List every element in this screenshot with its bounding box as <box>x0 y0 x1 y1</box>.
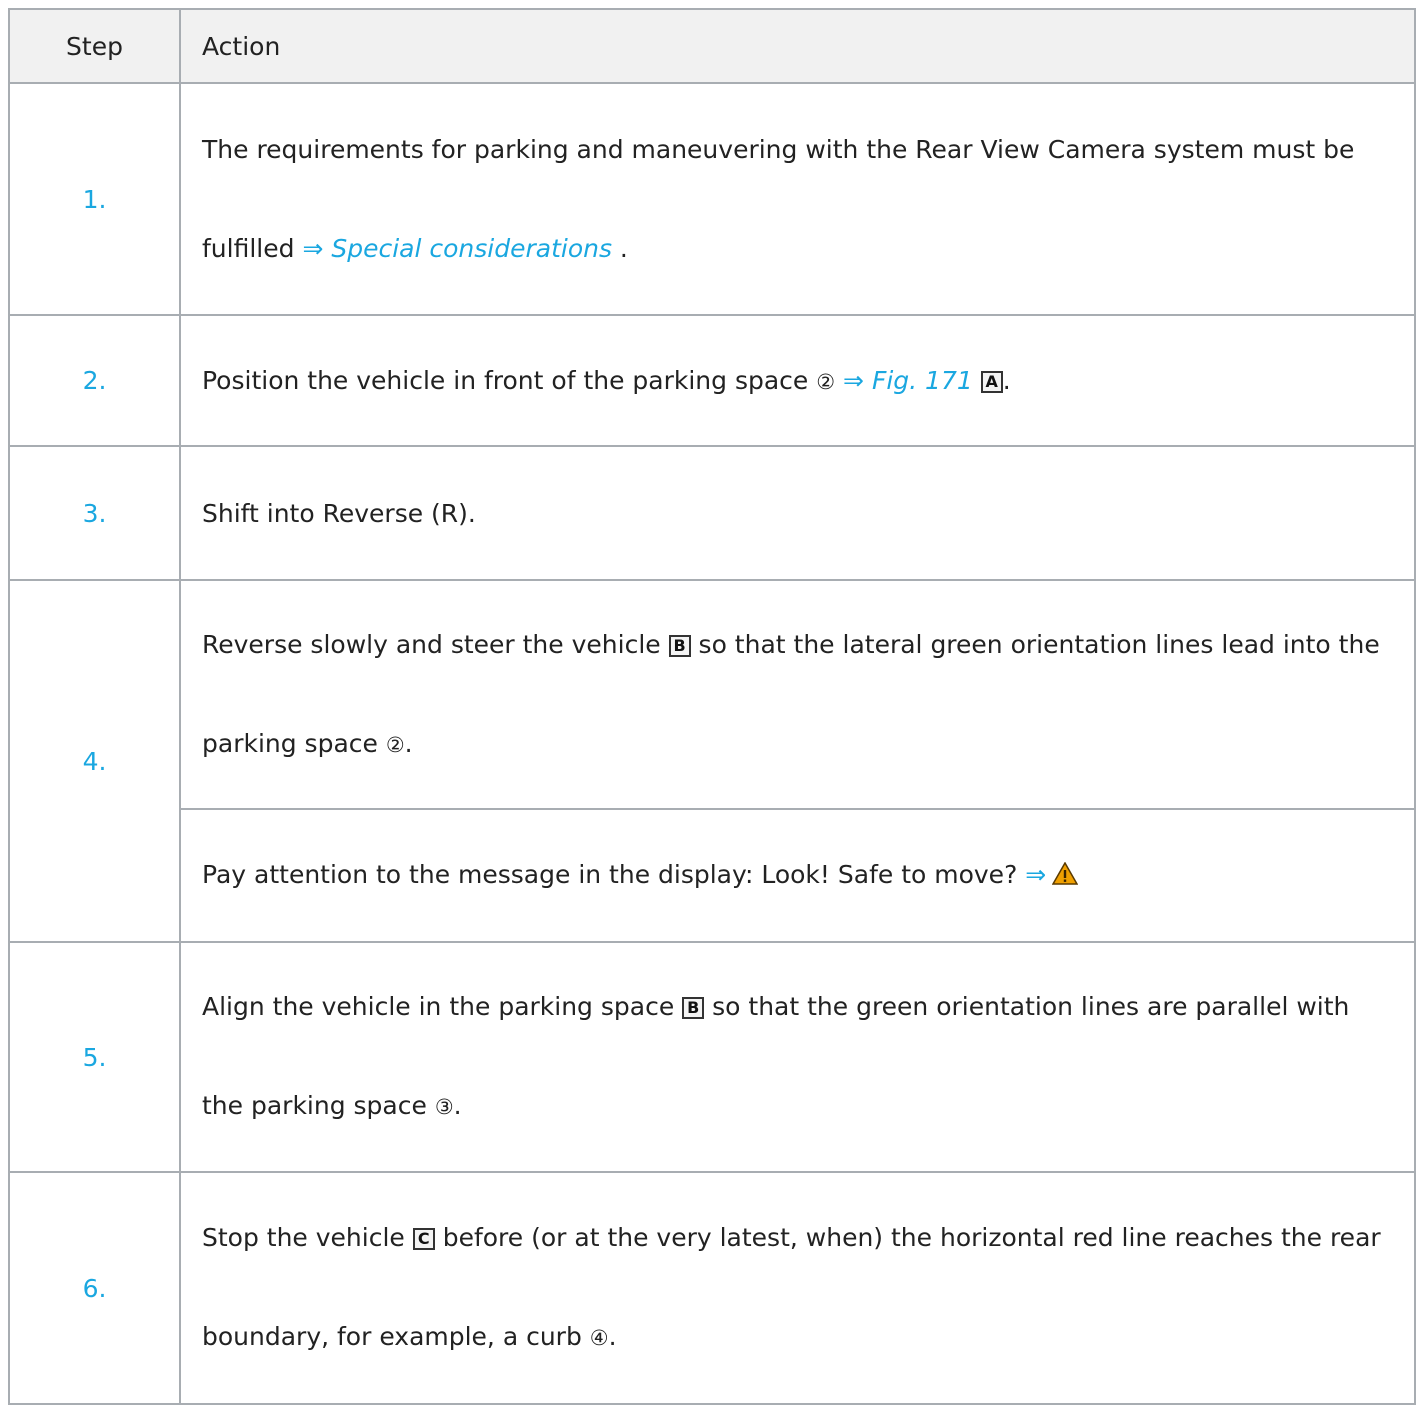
step-number: 3. <box>8 445 181 581</box>
step-action: Stop the vehicle C before (or at the ver… <box>179 1171 1416 1405</box>
table-row: 4. Reverse slowly and steer the vehicle … <box>8 579 1416 943</box>
step-action: Reverse slowly and steer the vehicle B s… <box>179 579 1416 810</box>
special-considerations-link[interactable]: Special considerations <box>331 234 612 263</box>
fig-171-link[interactable]: Fig. 171 <box>872 366 973 395</box>
action-text: Shift into Reverse (R). <box>202 498 476 528</box>
table-row: 3. Shift into Reverse (R). <box>8 445 1416 581</box>
callout-4-icon: ④ <box>589 1326 609 1350</box>
key-b-icon: B <box>668 634 691 657</box>
column-header-step: Step <box>8 8 181 84</box>
step-number: 6. <box>8 1171 181 1405</box>
warning-triangle-icon[interactable] <box>1051 861 1079 891</box>
key-b-icon: B <box>682 997 705 1019</box>
key-c-icon: C <box>412 1228 435 1250</box>
step-action: The requirements for parking and maneuve… <box>179 82 1416 316</box>
action-text-end: . <box>608 1322 617 1351</box>
column-header-action: Action <box>179 8 1416 84</box>
arrow-icon: ⇒ <box>1025 860 1047 889</box>
callout-2-icon: ② <box>385 732 405 757</box>
table-row: 2. Position the vehicle in front of the … <box>8 314 1416 447</box>
step-number: 1. <box>8 82 181 316</box>
callout-3-icon: ③ <box>434 1095 454 1119</box>
action-text-end: . <box>1002 366 1011 395</box>
action-text: Position the vehicle in front of the par… <box>202 366 817 395</box>
action-text: Align the vehicle in the parking space <box>202 992 683 1021</box>
action-text: Reverse slowly and steer the vehicle <box>202 629 669 659</box>
action-text-end: . <box>453 1091 462 1120</box>
action-text-end: . <box>404 728 413 758</box>
action-text: Pay attention to the message in the disp… <box>202 860 1026 889</box>
table-header-row: Step Action <box>8 8 1416 84</box>
arrow-icon: ⇒ <box>302 234 324 263</box>
action-text: Stop the vehicle <box>202 1223 413 1252</box>
table-row: 6. Stop the vehicle C before (or at the … <box>8 1171 1416 1405</box>
step-action: Pay attention to the message in the disp… <box>179 808 1416 943</box>
table-subrow: Pay attention to the message in the disp… <box>9 808 1416 943</box>
step-number: 2. <box>8 314 181 447</box>
step-action: Align the vehicle in the parking space B… <box>179 941 1416 1173</box>
steps-table: Step Action 1. The requirements for park… <box>8 8 1416 1405</box>
action-text-end: . <box>611 234 628 263</box>
callout-2-icon: ② <box>816 370 836 394</box>
step-number: 4. <box>8 579 181 943</box>
step-action: Position the vehicle in front of the par… <box>179 314 1416 447</box>
arrow-icon: ⇒ <box>843 366 864 395</box>
page: Step Action 1. The requirements for park… <box>0 0 1422 1405</box>
table-row: 1. The requirements for parking and mane… <box>8 82 1416 316</box>
step-action: Shift into Reverse (R). <box>179 445 1416 581</box>
step-number: 5. <box>8 941 181 1173</box>
table-row: 5. Align the vehicle in the parking spac… <box>8 941 1416 1173</box>
key-a-icon: A <box>980 371 1003 393</box>
